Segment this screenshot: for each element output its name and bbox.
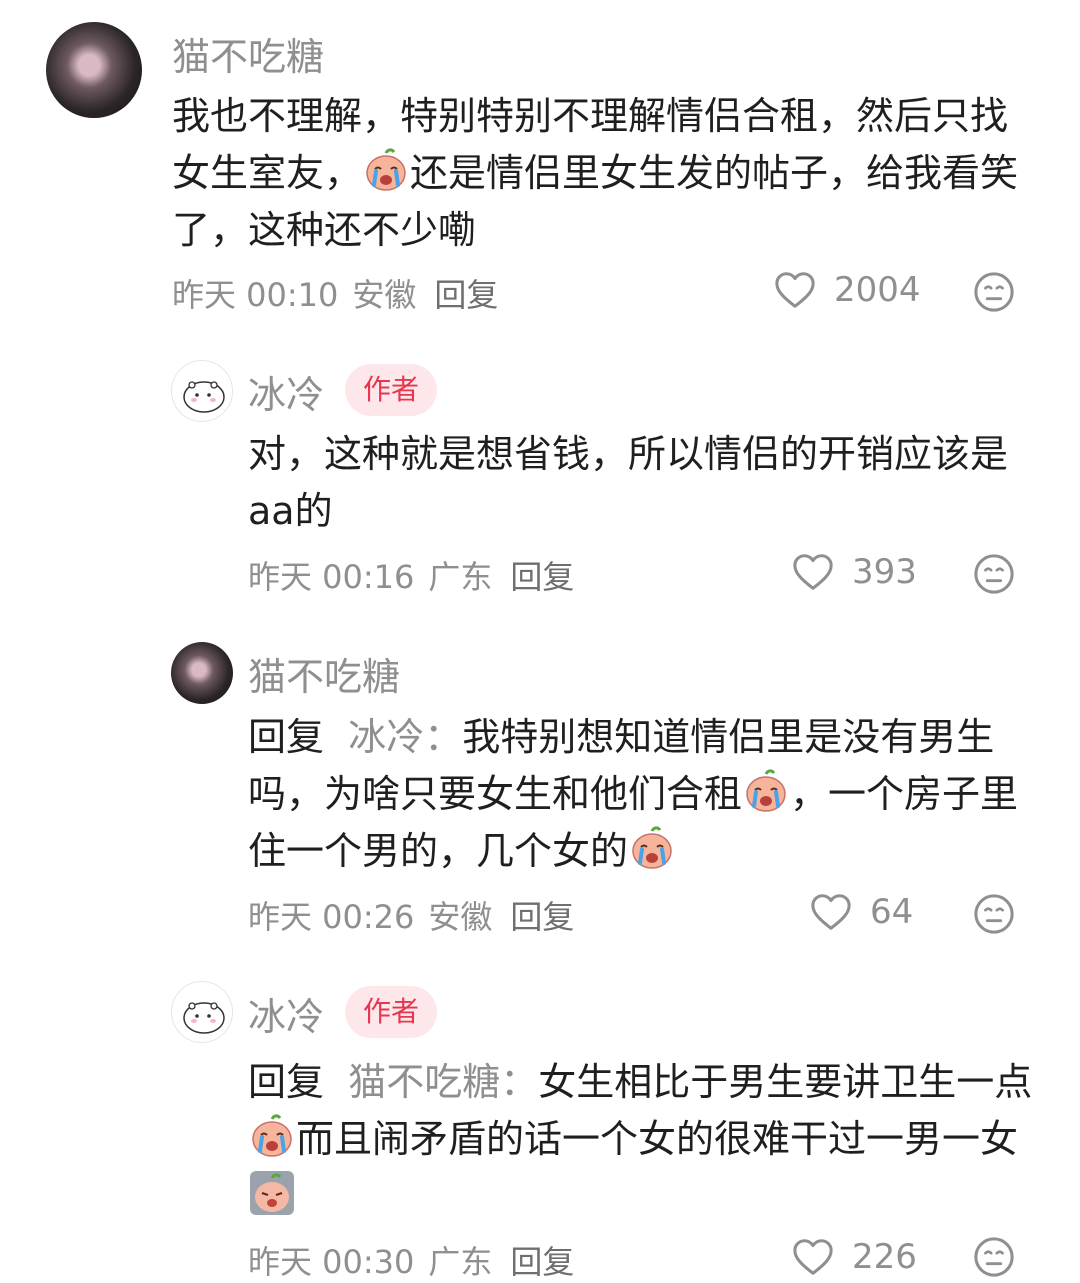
timestamp: 昨天 00:10 xyxy=(172,276,339,314)
author-badge: 作者 xyxy=(345,364,438,416)
neutral-face-icon[interactable] xyxy=(973,553,1015,595)
comment-text-part: 女生相比于男生要讲卫生一点 xyxy=(538,1060,1033,1104)
comment-text: 对，这种就是想省钱，所以情侣的开销应该是aa的 xyxy=(248,426,1028,540)
timestamp: 昨天 00:26 xyxy=(248,898,415,936)
location: 安徽 xyxy=(428,898,493,936)
crying-peach-emoji xyxy=(249,1113,295,1159)
comment-text-part: 对，这种就是想省钱，所以情侣的开销应该是aa的 xyxy=(248,432,1009,533)
comment-meta: 昨天 00:10 安徽 回复 xyxy=(172,270,512,316)
reply-prefix: 回复 xyxy=(248,1060,325,1104)
neutral-face-icon[interactable] xyxy=(973,1236,1015,1278)
location: 安徽 xyxy=(352,276,417,314)
comment-meta: 昨天 00:16 广东 回复 xyxy=(248,552,588,598)
crying-peach-emoji xyxy=(743,768,789,814)
neutral-face-icon[interactable] xyxy=(973,271,1015,313)
reply-button[interactable]: 回复 xyxy=(510,1243,574,1281)
comment-meta: 昨天 00:30 广东 回复 xyxy=(248,1237,588,1283)
like-button[interactable]: 64 xyxy=(810,892,913,932)
like-count: 64 xyxy=(870,892,914,932)
comment-text: 回复 冰冷：我特别想知道情侣里是没有男生吗，为啥只要女生和他们合租 ，一个房子里住… xyxy=(248,709,1033,880)
reply-prefix: 回复 xyxy=(248,715,325,759)
hamster-avatar-icon xyxy=(183,381,225,413)
avatar[interactable] xyxy=(171,642,233,704)
location: 广东 xyxy=(428,1243,493,1281)
crying-peach-emoji xyxy=(363,147,409,193)
avatar[interactable] xyxy=(46,22,142,118)
like-button[interactable]: 393 xyxy=(792,552,917,592)
comment-meta: 昨天 00:26 安徽 回复 xyxy=(248,892,588,938)
like-count: 226 xyxy=(852,1237,917,1277)
author-name[interactable]: 猫不吃糖 xyxy=(172,26,324,81)
comment-text: 回复 猫不吃糖：女生相比于男生要讲卫生一点而且闹矛盾的话一个女的很难干过一男一女 xyxy=(248,1054,1038,1225)
reply-button[interactable]: 回复 xyxy=(510,898,574,936)
location: 广东 xyxy=(428,558,493,596)
reply-button[interactable]: 回复 xyxy=(434,276,498,314)
avatar[interactable] xyxy=(171,981,233,1043)
heart-outline-icon xyxy=(810,892,852,932)
comment-text: 我也不理解，特别特别不理解情侣合租，然后只找女生室友， 还是情侣里女生发的帖子，给… xyxy=(172,88,1032,259)
like-button[interactable]: 2004 xyxy=(774,270,921,310)
crying-peach-emoji xyxy=(629,825,675,871)
author-name[interactable]: 猫不吃糖 xyxy=(248,646,400,701)
shy-peach-emoji xyxy=(249,1170,295,1216)
timestamp: 昨天 00:30 xyxy=(248,1243,415,1281)
neutral-face-icon[interactable] xyxy=(973,893,1015,935)
like-count: 393 xyxy=(852,552,917,592)
hamster-avatar-icon xyxy=(183,1002,225,1034)
reply-button[interactable]: 回复 xyxy=(510,558,574,596)
timestamp: 昨天 00:16 xyxy=(248,558,415,596)
reply-target-name[interactable]: 冰冷： xyxy=(348,715,462,759)
heart-outline-icon xyxy=(792,552,834,592)
reply-target-name[interactable]: 猫不吃糖： xyxy=(348,1060,538,1104)
heart-outline-icon xyxy=(774,270,816,310)
author-badge: 作者 xyxy=(345,986,438,1038)
comment-text-part: 而且闹矛盾的话一个女的很难干过一男一女 xyxy=(296,1117,1019,1161)
heart-outline-icon xyxy=(792,1237,834,1277)
like-button[interactable]: 226 xyxy=(792,1237,917,1277)
like-count: 2004 xyxy=(834,270,921,310)
avatar[interactable] xyxy=(171,360,233,422)
author-name[interactable]: 冰冷 xyxy=(248,986,324,1041)
author-name[interactable]: 冰冷 xyxy=(248,364,324,419)
